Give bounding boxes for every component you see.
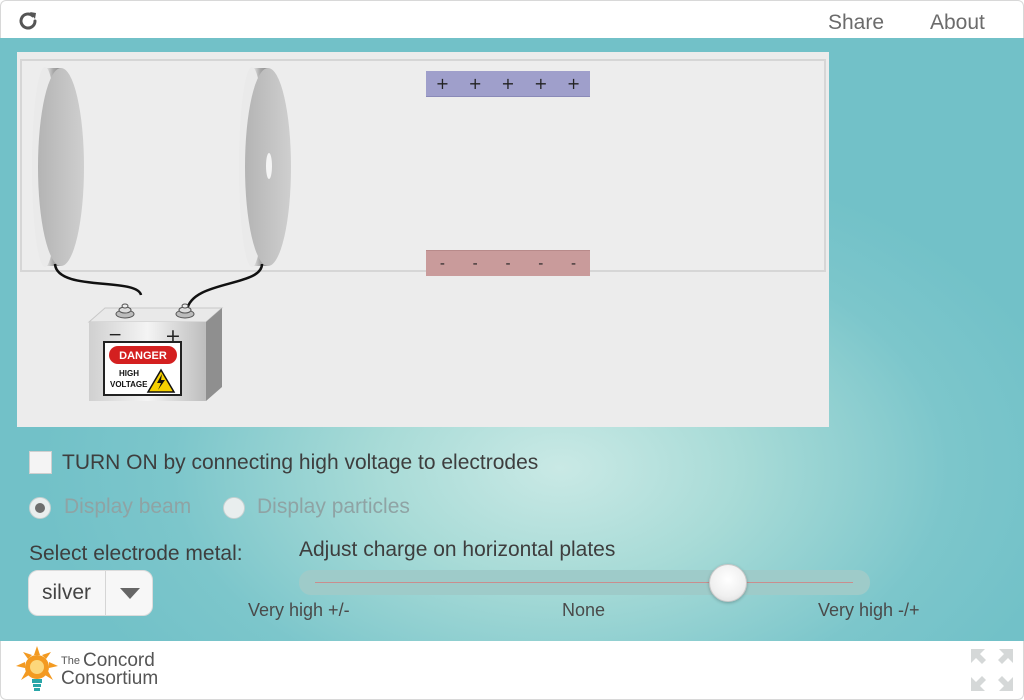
slider-thumb[interactable] bbox=[709, 564, 747, 602]
slider-tick-right: Very high -/+ bbox=[818, 600, 920, 620]
top-bar: Share About bbox=[0, 0, 1024, 38]
plate-charge-label: Adjust charge on horizontal plates bbox=[299, 538, 616, 561]
slider-line bbox=[315, 582, 853, 583]
logo-consortium: Consortium bbox=[61, 668, 159, 689]
turn-on-label[interactable]: TURN ON by connecting high voltage to el… bbox=[62, 451, 538, 475]
about-link[interactable]: About bbox=[930, 11, 985, 35]
anode-disc bbox=[239, 67, 291, 267]
display-particles-radio[interactable] bbox=[223, 497, 245, 519]
electrode-metal-select[interactable]: silver bbox=[28, 570, 153, 616]
high-voltage-battery: − + DANGER HIGH VOLTAGE bbox=[87, 303, 224, 401]
simulation-stage: + + + + + ----- − + DANGER HIGH VOLTAGE … bbox=[0, 38, 1024, 641]
plate-charge-slider[interactable] bbox=[299, 564, 870, 602]
simulation-canvas: + + + + + ----- − + DANGER HIGH VOLTAGE bbox=[17, 52, 829, 427]
display-particles-label[interactable]: Display particles bbox=[257, 495, 410, 519]
electrode-metal-label: Select electrode metal: bbox=[29, 542, 243, 565]
reload-icon[interactable] bbox=[17, 10, 39, 32]
voltage-text: VOLTAGE bbox=[110, 380, 148, 389]
turn-on-checkbox[interactable] bbox=[29, 451, 52, 474]
high-text: HIGH bbox=[119, 369, 139, 378]
display-beam-radio[interactable] bbox=[29, 497, 51, 519]
display-beam-label[interactable]: Display beam bbox=[64, 495, 191, 519]
metal-select-value: silver bbox=[42, 581, 92, 604]
slider-tick-left: Very high +/- bbox=[248, 600, 350, 620]
cathode-wire bbox=[53, 263, 143, 296]
fullscreen-icon[interactable] bbox=[969, 647, 1015, 693]
danger-text: DANGER bbox=[119, 350, 167, 362]
radio-selected-dot bbox=[35, 503, 45, 513]
cathode-disc bbox=[32, 67, 84, 267]
chevron-down-icon bbox=[120, 587, 140, 599]
share-link[interactable]: Share bbox=[828, 11, 884, 35]
select-divider bbox=[105, 571, 106, 615]
anode-wire bbox=[185, 263, 264, 311]
footer: The Concord Consortium bbox=[0, 641, 1024, 700]
concord-lightbulb-logo-icon[interactable] bbox=[15, 646, 59, 694]
logo-the: The bbox=[61, 655, 80, 667]
slider-tick-middle: None bbox=[562, 600, 606, 620]
apparatus-drawing: − + DANGER HIGH VOLTAGE bbox=[32, 67, 291, 401]
